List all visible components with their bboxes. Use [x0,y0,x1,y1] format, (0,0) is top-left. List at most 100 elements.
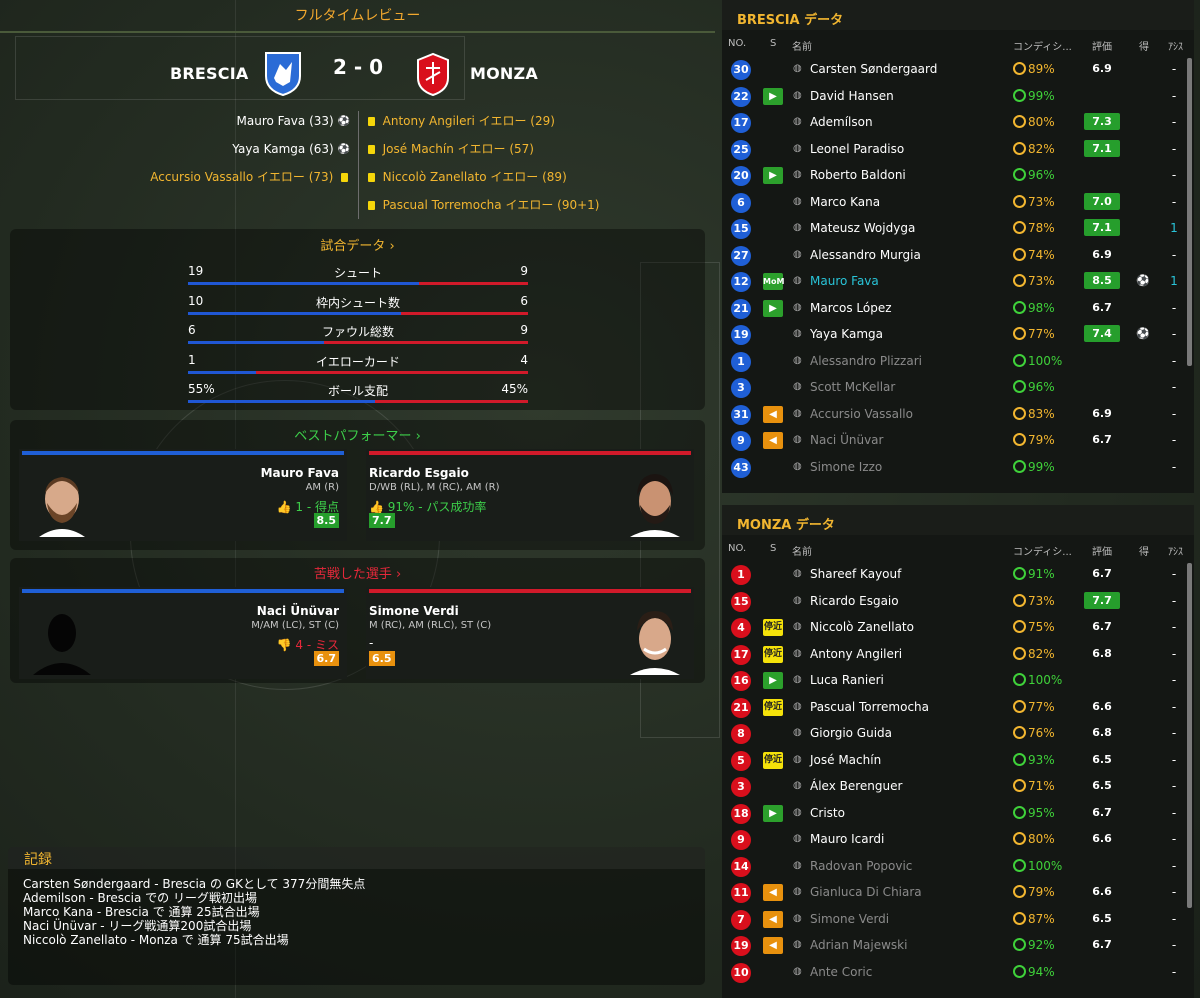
panel-title[interactable]: MONZA データ [737,514,835,533]
player-name[interactable]: Roberto Baldoni [810,168,906,182]
column-header-assists[interactable]: ｱｼｽ [1168,543,1183,558]
player-name[interactable]: Luca Ranieri [810,673,884,687]
player-name[interactable]: Niccolò Zanellato [810,620,914,634]
player-name[interactable]: Shareef Kayouf [810,567,901,581]
player-row[interactable]: 22 ▶ ◍ David Hansen 99% - [722,83,1184,109]
player-name[interactable]: Gianluca Di Chiara [810,885,922,899]
column-header-no[interactable]: NO. [728,543,746,554]
player-row[interactable]: 3 ◍ Scott McKellar 96% - [722,374,1184,400]
player-name[interactable]: Scott McKellar [810,380,895,394]
player-row[interactable]: 6 ◍ Marco Kana 73% 7.0 - [722,189,1184,215]
player-row[interactable]: 7 ◀ ◍ Simone Verdi 87% 6.5 - [722,906,1184,932]
condition: 96% [1013,168,1055,182]
player-row[interactable]: 4 停近 ◍ Niccolò Zanellato 75% 6.7 - [722,614,1184,640]
player-row[interactable]: 3 ◍ Álex Berenguer 71% 6.5 - [722,773,1184,799]
player-name[interactable]: Adrian Majewski [810,938,907,952]
player-row[interactable]: 12 MoM ◍ Mauro Fava 73% 8.5 ⚽ 1 [722,268,1184,294]
player-row[interactable]: 5 停近 ◍ José Machín 93% 6.5 - [722,747,1184,773]
player-name[interactable]: David Hansen [810,89,894,103]
away-team-name[interactable]: MONZA [470,64,538,83]
player-row[interactable]: 21 ▶ ◍ Marcos López 98% 6.7 - [722,295,1184,321]
worst-away-card[interactable]: Simone Verdi M (RC), AM (RLC), ST (C) - … [366,587,694,679]
player-name[interactable]: Radovan Popovic [810,859,912,873]
player-row[interactable]: 8 ◍ Giorgio Guida 76% 6.8 - [722,720,1184,746]
player-row[interactable]: 17 停近 ◍ Antony Angileri 82% 6.8 - [722,641,1184,667]
panel-title[interactable]: BRESCIA データ [737,9,843,28]
player-name[interactable]: Simone Verdi [369,604,459,618]
player-name[interactable]: Carsten Søndergaard [810,62,937,76]
player-name[interactable]: Naci Ünüvar [810,433,883,447]
best-home-card[interactable]: Mauro Fava AM (R) 👍 1 - 得点 8.5 [19,449,347,541]
player-name[interactable]: Cristo [810,806,845,820]
player-name[interactable]: Alessandro Plizzari [810,354,922,368]
scrollbar[interactable] [1187,58,1192,366]
best-performer-link[interactable]: ベストパフォーマー › [10,425,705,444]
player-row[interactable]: 18 ▶ ◍ Cristo 95% 6.7 - [722,800,1184,826]
player-name[interactable]: Pascual Torremocha [810,700,929,714]
player-row[interactable]: 31 ◀ ◍ Accursio Vassallo 83% 6.9 - [722,401,1184,427]
column-header-sub[interactable]: S [770,543,776,554]
column-header-goals[interactable]: 得 [1139,38,1149,53]
player-name[interactable]: Mauro Fava [810,274,879,288]
player-row[interactable]: 10 ◍ Ante Coric 94% - [722,959,1184,985]
player-name[interactable]: Antony Angileri [810,647,902,661]
player-name[interactable]: Naci Ünüvar [257,604,339,618]
player-name[interactable]: Accursio Vassallo [810,407,913,421]
player-row[interactable]: 14 ◍ Radovan Popovic 100% - [722,853,1184,879]
player-row[interactable]: 1 ◍ Shareef Kayouf 91% 6.7 - [722,561,1184,587]
column-header-name[interactable]: 名前 [792,38,812,53]
player-name[interactable]: Yaya Kamga [810,327,883,341]
column-header-assists[interactable]: ｱｼｽ [1168,38,1183,53]
player-row[interactable]: 27 ◍ Alessandro Murgia 74% 6.9 - [722,242,1184,268]
player-row[interactable]: 43 ◍ Simone Izzo 99% - [722,454,1184,480]
column-header-rating[interactable]: 評価 [1092,38,1112,53]
home-team-name[interactable]: BRESCIA [170,64,248,83]
player-row[interactable]: 30 ◍ Carsten Søndergaard 89% 6.9 - [722,56,1184,82]
rating-value: 6.6 [1092,885,1112,898]
player-row[interactable]: 19 ◍ Yaya Kamga 77% 7.4 ⚽ - [722,321,1184,347]
column-header-sub[interactable]: S [770,38,776,49]
player-name[interactable]: Mauro Icardi [810,832,884,846]
player-name[interactable]: Giorgio Guida [810,726,892,740]
best-away-card[interactable]: Ricardo Esgaio D/WB (RL), M (RC), AM (R)… [366,449,694,541]
worst-home-card[interactable]: Naci Ünüvar M/AM (LC), ST (C) 👎 4 - ミス 6… [19,587,347,679]
player-name[interactable]: Marco Kana [810,195,880,209]
player-name[interactable]: Ricardo Esgaio [369,466,469,480]
player-row[interactable]: 15 ◍ Ricardo Esgaio 73% 7.7 - [722,588,1184,614]
player-name[interactable]: Ademílson [810,115,873,129]
player-row[interactable]: 19 ◀ ◍ Adrian Majewski 92% 6.7 - [722,932,1184,958]
player-row[interactable]: 17 ◍ Ademílson 80% 7.3 - [722,109,1184,135]
column-header-rating[interactable]: 評価 [1092,543,1112,558]
player-row[interactable]: 11 ◀ ◍ Gianluca Di Chiara 79% 6.6 - [722,879,1184,905]
player-name[interactable]: Álex Berenguer [810,779,902,793]
player-name[interactable]: Simone Verdi [810,912,889,926]
column-header-condition[interactable]: コンディシ... [1013,38,1072,53]
struggled-link[interactable]: 苦戦した選手 › [10,563,705,582]
match-stats-link[interactable]: 試合データ › [10,235,705,254]
condition: 80% [1013,832,1055,846]
player-name[interactable]: Mauro Fava [261,466,339,480]
player-row[interactable]: 16 ▶ ◍ Luca Ranieri 100% - [722,667,1184,693]
player-row[interactable]: 1 ◍ Alessandro Plizzari 100% - [722,348,1184,374]
monza-crest-icon[interactable] [412,50,454,96]
brescia-crest-icon[interactable] [262,50,304,96]
player-name[interactable]: José Machín [810,753,881,767]
column-header-name[interactable]: 名前 [792,543,812,558]
player-row[interactable]: 20 ▶ ◍ Roberto Baldoni 96% - [722,162,1184,188]
player-row[interactable]: 9 ◍ Mauro Icardi 80% 6.6 - [722,826,1184,852]
player-name[interactable]: Ante Coric [810,965,872,979]
column-header-condition[interactable]: コンディシ... [1013,543,1072,558]
player-row[interactable]: 15 ◍ Mateusz Wojdyga 78% 7.1 1 [722,215,1184,241]
column-header-goals[interactable]: 得 [1139,543,1149,558]
player-name[interactable]: Mateusz Wojdyga [810,221,915,235]
player-row[interactable]: 25 ◍ Leonel Paradiso 82% 7.1 - [722,136,1184,162]
player-name[interactable]: Simone Izzo [810,460,882,474]
player-name[interactable]: Marcos López [810,301,892,315]
player-row[interactable]: 21 停近 ◍ Pascual Torremocha 77% 6.6 - [722,694,1184,720]
player-row[interactable]: 9 ◀ ◍ Naci Ünüvar 79% 6.7 - [722,427,1184,453]
column-header-no[interactable]: NO. [728,38,746,49]
scrollbar[interactable] [1187,563,1192,908]
player-name[interactable]: Leonel Paradiso [810,142,904,156]
player-name[interactable]: Alessandro Murgia [810,248,921,262]
player-name[interactable]: Ricardo Esgaio [810,594,899,608]
